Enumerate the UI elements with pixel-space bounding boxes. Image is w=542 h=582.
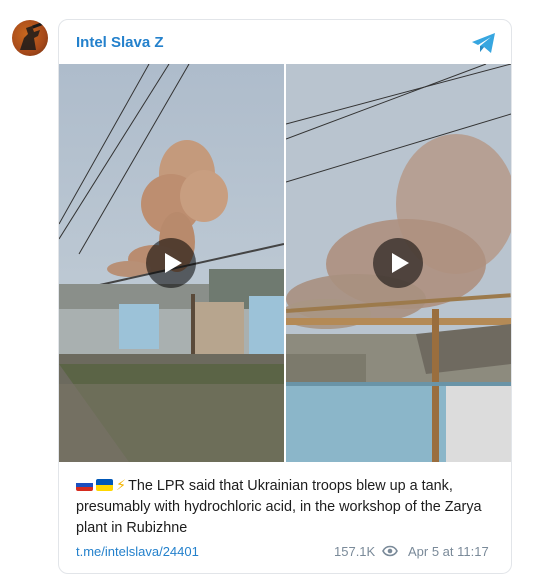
video-thumbnail-2[interactable] bbox=[286, 64, 511, 462]
play-icon bbox=[392, 253, 409, 273]
channel-avatar[interactable] bbox=[12, 20, 48, 56]
channel-name-link[interactable]: Intel Slava Z bbox=[76, 34, 164, 51]
play-button-2[interactable] bbox=[373, 238, 423, 288]
post-header: Intel Slava Z bbox=[59, 20, 511, 64]
post-message: ⚡ The LPR said that Ukrainian troops blew… bbox=[76, 476, 501, 539]
telegram-plane-icon[interactable] bbox=[471, 32, 497, 54]
video-thumbnail-1[interactable] bbox=[59, 64, 284, 462]
eye-icon bbox=[382, 545, 398, 557]
russia-flag-icon bbox=[76, 479, 93, 491]
post-date[interactable]: Apr 5 at 11:17 bbox=[408, 544, 489, 559]
play-button-1[interactable] bbox=[146, 238, 196, 288]
post-footer: t.me/intelslava/24401 157.1K Apr 5 at 11… bbox=[76, 544, 496, 562]
view-count: 157.1K bbox=[334, 544, 376, 559]
channel-avatar-icon bbox=[20, 22, 43, 50]
post-message-text: The LPR said that Ukrainian troops blew … bbox=[76, 478, 482, 536]
post-card: Intel Slava Z ⚡ The LPR said that Ukrain… bbox=[58, 19, 512, 574]
play-icon bbox=[165, 253, 182, 273]
media-grid bbox=[59, 64, 511, 462]
post-link[interactable]: t.me/intelslava/24401 bbox=[76, 544, 199, 559]
ukraine-flag-icon bbox=[96, 479, 113, 491]
lightning-icon: ⚡ bbox=[116, 478, 127, 494]
